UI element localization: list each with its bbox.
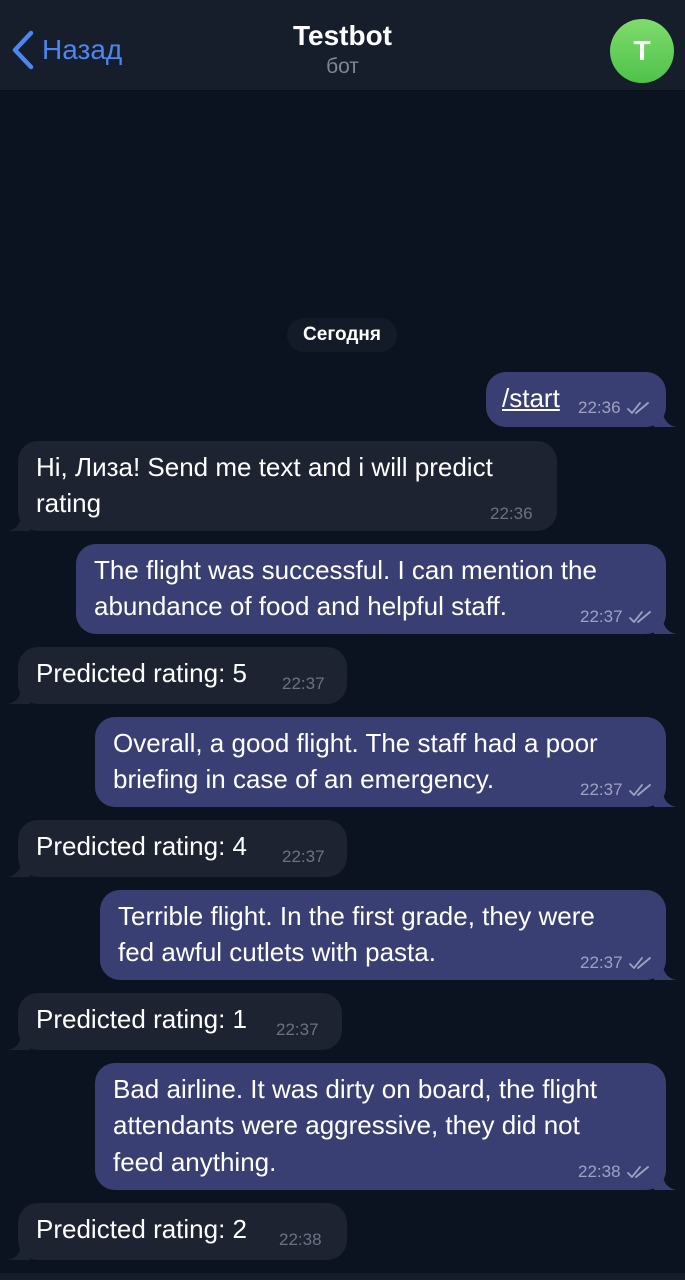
message-time: 22:37 [282, 674, 325, 693]
message-time: 22:36 [490, 504, 533, 523]
outgoing-message[interactable]: The flight was successful. I can mention… [76, 544, 676, 634]
message-line: Overall, a good flight. The staff had a … [113, 728, 598, 758]
bot-command-link[interactable]: /start [502, 380, 560, 416]
message-line: briefing in case of an emergency. [113, 764, 495, 794]
double-check-icon [628, 784, 651, 796]
chat-screen: Назад Testbot бот T Сегодня /start 22:36… [0, 0, 685, 1280]
message-line: Hi, Лиза! Send me text and i will predic… [36, 452, 493, 482]
message-time-text: 22:37 [580, 780, 623, 799]
date-separator: Сегодня [287, 318, 397, 352]
chat-header: Назад Testbot бот T [0, 0, 685, 91]
message-time: 22:37 [276, 1020, 319, 1039]
message-line: The flight was successful. I can mention… [94, 555, 597, 585]
incoming-message[interactable]: Predicted rating: 4 22:37 [8, 820, 347, 877]
message-line: Bad airline. It was dirty on board, the … [113, 1074, 598, 1104]
bubble-tail [8, 1028, 30, 1050]
bubble-tail [8, 855, 30, 877]
message-time: 22:36 [578, 398, 649, 418]
outgoing-message[interactable]: Terrible flight. In the first grade, the… [100, 890, 676, 980]
message-time-text: 22:36 [578, 398, 621, 417]
bubble-tail [654, 785, 676, 807]
message-line: feed anything. [113, 1147, 277, 1177]
outgoing-message[interactable]: /start 22:36 [486, 372, 676, 427]
chat-title-block[interactable]: Testbot бот [0, 18, 685, 80]
incoming-message[interactable]: Predicted rating: 2 22:38 [8, 1203, 347, 1260]
message-time: 22:37 [580, 607, 651, 627]
message-line: Predicted rating: 1 [36, 1004, 248, 1034]
message-time: 22:38 [279, 1230, 322, 1249]
incoming-message[interactable]: Predicted rating: 5 22:37 [8, 647, 347, 704]
double-check-icon [628, 611, 651, 623]
bubble-tail [8, 509, 30, 531]
message-line: Predicted rating: 5 [36, 658, 248, 688]
message-line: attendants were aggressive, they did not [113, 1110, 580, 1140]
message-time: 22:37 [580, 953, 651, 973]
message-line: Predicted rating: 2 [36, 1214, 248, 1244]
incoming-message[interactable]: Hi, Лиза! Send me text and i will predic… [8, 441, 557, 531]
message-line: Terrible flight. In the first grade, the… [118, 901, 595, 931]
outgoing-message[interactable]: Overall, a good flight. The staff had a … [95, 717, 676, 807]
message-line: fed awful cutlets with pasta. [118, 937, 436, 967]
message-time-text: 22:37 [580, 607, 623, 626]
message-time-text: 22:37 [580, 953, 623, 972]
chat-title: Testbot [292, 20, 393, 51]
message-line: Predicted rating: 4 [36, 831, 248, 861]
double-check-icon [626, 1166, 649, 1178]
message-line: rating [36, 488, 102, 518]
message-time: 22:38 [578, 1162, 649, 1182]
double-check-icon [626, 402, 649, 414]
message-time: 22:37 [282, 847, 325, 866]
avatar[interactable]: T [610, 19, 674, 83]
outgoing-message[interactable]: Bad airline. It was dirty on board, the … [95, 1063, 676, 1190]
bubble-tail [654, 405, 676, 427]
input-bar-edge [0, 1273, 685, 1280]
incoming-message[interactable]: Predicted rating: 1 22:37 [8, 993, 342, 1050]
message-time-text: 22:38 [578, 1162, 621, 1181]
message-time: 22:37 [580, 780, 651, 800]
bubble-tail [8, 682, 30, 704]
bubble-tail [654, 1168, 676, 1190]
bubble-tail [654, 958, 676, 980]
double-check-icon [628, 957, 651, 969]
message-line: abundance of food and helpful staff. [94, 591, 507, 621]
bubble-tail [8, 1238, 30, 1260]
chat-subtitle: бот [326, 55, 359, 78]
bubble-tail [654, 612, 676, 634]
